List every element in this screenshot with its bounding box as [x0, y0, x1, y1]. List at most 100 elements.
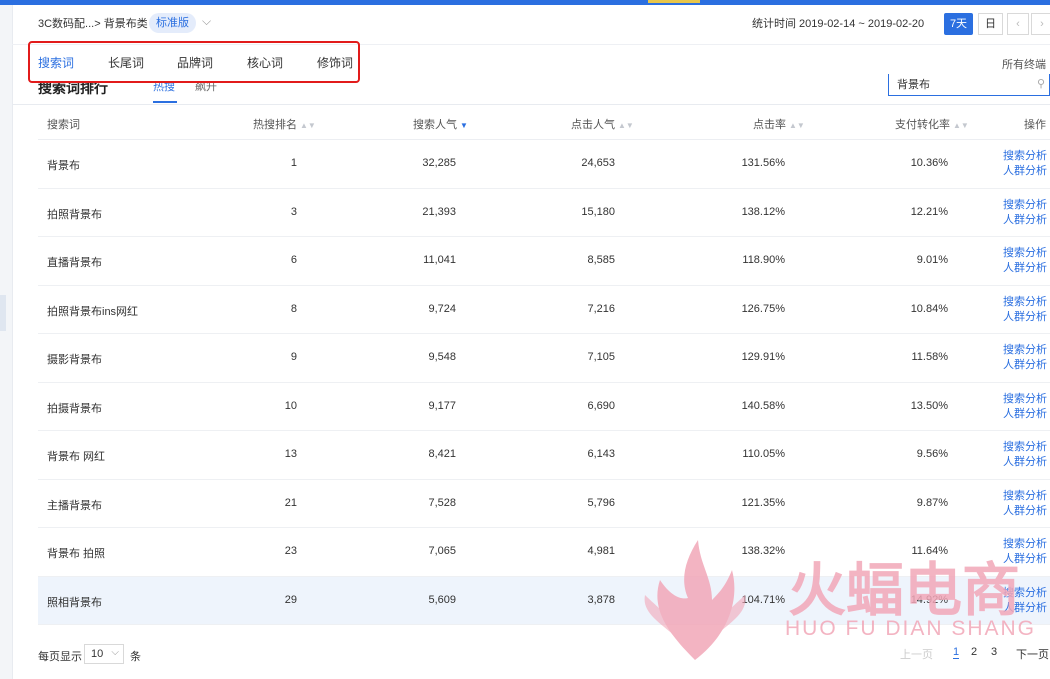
date-next-button[interactable]: ›	[1031, 13, 1050, 35]
cell-keyword: 背景布 拍照	[47, 548, 106, 560]
table-row: 背景布 网红 13 8,421 6,143 110.05% 9.56% 搜索分析…	[38, 431, 1050, 480]
search-icon[interactable]: ⚲	[1037, 77, 1045, 90]
cell-ctr: 129.91%	[741, 351, 785, 363]
chevron-right-icon: ›	[1040, 18, 1044, 30]
stat-time-label: 统计时间 2019-02-14 ~ 2019-02-20	[752, 18, 925, 30]
table-row: 拍摄背景布 10 9,177 6,690 140.58% 13.50% 搜索分析…	[38, 383, 1050, 431]
range-day-button[interactable]: 日	[978, 13, 1003, 35]
top-bar-indicator	[648, 0, 700, 3]
page-1-button[interactable]: 1	[953, 646, 960, 659]
search-analysis-link[interactable]: 搜索分析	[1003, 537, 1047, 552]
search-analysis-link[interactable]: 搜索分析	[1003, 440, 1047, 455]
table-row: 照相背景布 29 5,609 3,878 104.71% 14.92% 搜索分析…	[38, 576, 1050, 625]
search-analysis-link[interactable]: 搜索分析	[1003, 343, 1047, 358]
crowd-analysis-link[interactable]: 人群分析	[1003, 601, 1047, 616]
cell-conversion: 10.84%	[910, 302, 948, 315]
breadcrumb[interactable]: 3C数码配...> 背景布类	[38, 16, 148, 32]
crowd-analysis-link[interactable]: 人群分析	[1003, 213, 1047, 228]
table-row: 拍照背景布 3 21,393 15,180 138.12% 12.21% 搜索分…	[38, 189, 1050, 237]
crowd-analysis-link[interactable]: 人群分析	[1003, 310, 1047, 325]
search-analysis-link[interactable]: 搜索分析	[1003, 246, 1047, 261]
chevron-down-icon[interactable]: ⌵	[202, 14, 211, 29]
crowd-analysis-link[interactable]: 人群分析	[1003, 407, 1047, 422]
annotation-highlight-box	[28, 41, 360, 83]
cell-ctr: 140.58%	[741, 399, 785, 412]
left-sidebar-strip	[0, 5, 13, 679]
cell-search-popularity: 5,609	[428, 593, 456, 606]
cell-conversion: 14.92%	[910, 593, 948, 606]
cell-click-popularity: 7,105	[587, 351, 615, 363]
cell-rank: 8	[290, 302, 297, 315]
page-3-button[interactable]: 3	[991, 646, 997, 658]
cell-rank: 10	[284, 399, 297, 412]
next-page-button[interactable]: 下一页	[1016, 646, 1049, 662]
cell-click-popularity: 6,143	[587, 448, 615, 460]
sidebar-handle[interactable]	[0, 295, 6, 331]
sort-icon[interactable]: ▲▼	[953, 121, 969, 130]
crowd-analysis-link[interactable]: 人群分析	[1003, 455, 1047, 470]
col-search-popularity[interactable]: 搜索人气 ▼	[413, 116, 468, 132]
cell-search-popularity: 9,724	[428, 302, 456, 315]
keyword-search-box[interactable]: ⚲	[888, 74, 1050, 96]
cell-ctr: 138.12%	[741, 205, 785, 218]
table-row: 直播背景布 6 11,041 8,585 118.90% 9.01% 搜索分析人…	[38, 237, 1050, 286]
col-rank-label: 热搜排名	[253, 119, 297, 131]
page-2-button[interactable]: 2	[971, 646, 977, 658]
prev-page-button[interactable]: 上一页	[900, 646, 933, 662]
row-actions: 搜索分析 人群分析	[1003, 246, 1047, 276]
search-input[interactable]	[897, 75, 1027, 93]
col-ctr[interactable]: 点击率 ▲▼	[753, 116, 805, 132]
cell-keyword: 背景布	[47, 160, 80, 172]
col-actions: 操作	[1024, 116, 1046, 132]
cell-rank: 29	[284, 593, 297, 606]
col-click-popularity[interactable]: 点击人气 ▲▼	[571, 116, 634, 132]
crowd-analysis-link[interactable]: 人群分析	[1003, 552, 1047, 567]
cell-conversion: 9.87%	[916, 496, 948, 509]
row-actions: 搜索分析 人群分析	[1003, 440, 1047, 470]
search-analysis-link[interactable]: 搜索分析	[1003, 149, 1047, 164]
cell-conversion: 10.36%	[910, 157, 948, 169]
cell-rank: 3	[290, 205, 297, 218]
cell-click-popularity: 8,585	[587, 254, 615, 266]
sort-desc-icon[interactable]: ▼	[460, 121, 468, 130]
crowd-analysis-link[interactable]: 人群分析	[1003, 504, 1047, 519]
cell-click-popularity: 5,796	[587, 496, 615, 509]
sort-icon[interactable]: ▲▼	[789, 121, 805, 130]
search-analysis-link[interactable]: 搜索分析	[1003, 295, 1047, 310]
table-header: 搜索词 热搜排名 ▲▼ 搜索人气 ▼ 点击人气 ▲▼ 点击率 ▲▼ 支付转化率 ▲▼ 操作	[38, 105, 1050, 140]
cell-ctr: 126.75%	[741, 302, 785, 315]
row-actions: 搜索分析 人群分析	[1003, 537, 1047, 567]
table-row: 背景布 1 32,285 24,653 131.56% 10.36% 搜索分析人…	[38, 140, 1050, 189]
cell-keyword: 直播背景布	[47, 257, 102, 269]
date-prev-button[interactable]: ‹	[1007, 13, 1029, 35]
crowd-analysis-link[interactable]: 人群分析	[1003, 358, 1047, 373]
col-conversion-label: 支付转化率	[895, 119, 950, 131]
cell-rank: 13	[284, 448, 297, 460]
row-actions: 搜索分析 人群分析	[1003, 392, 1047, 422]
sort-icon[interactable]: ▲▼	[300, 121, 316, 130]
cell-search-popularity: 8,421	[428, 448, 456, 460]
row-actions: 搜索分析 人群分析	[1003, 295, 1047, 325]
terminal-selector[interactable]: 所有终端	[1002, 56, 1046, 72]
search-analysis-link[interactable]: 搜索分析	[1003, 392, 1047, 407]
search-analysis-link[interactable]: 搜索分析	[1003, 586, 1047, 601]
cell-search-popularity: 9,177	[428, 399, 456, 412]
chevron-down-icon: ⌵	[111, 647, 119, 658]
per-page-select[interactable]: 10 ⌵	[84, 644, 124, 664]
cell-click-popularity: 15,180	[581, 205, 615, 218]
crowd-analysis-link[interactable]: 人群分析	[1003, 164, 1047, 179]
cell-search-popularity: 7,528	[428, 496, 456, 509]
per-page-unit: 条	[130, 651, 141, 663]
crowd-analysis-link[interactable]: 人群分析	[1003, 261, 1047, 276]
col-conversion[interactable]: 支付转化率 ▲▼	[895, 116, 969, 132]
subtab-active-indicator	[153, 101, 177, 103]
col-search-popularity-label: 搜索人气	[413, 119, 457, 131]
col-rank[interactable]: 热搜排名 ▲▼	[253, 116, 316, 132]
cell-click-popularity: 3,878	[587, 593, 615, 606]
sort-icon[interactable]: ▲▼	[618, 121, 634, 130]
search-analysis-link[interactable]: 搜索分析	[1003, 198, 1047, 213]
search-analysis-link[interactable]: 搜索分析	[1003, 489, 1047, 504]
cell-search-popularity: 21,393	[422, 205, 456, 218]
range-7day-button[interactable]: 7天	[944, 13, 973, 35]
cell-search-popularity: 32,285	[422, 157, 456, 169]
